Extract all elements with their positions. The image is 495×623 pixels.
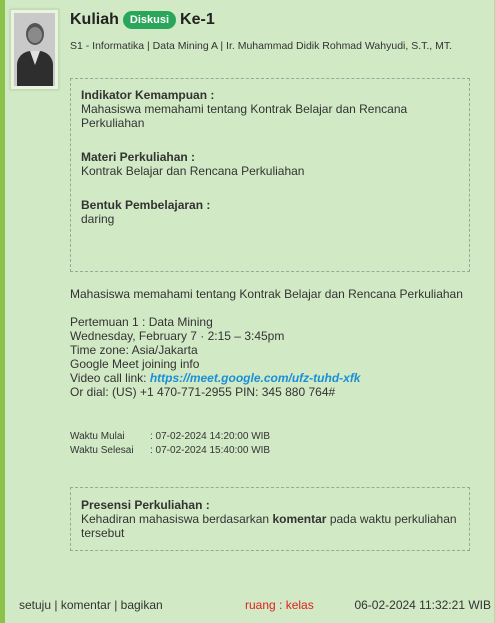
materi-value: Kontrak Belajar dan Rencana Perkuliahan	[81, 164, 305, 178]
session-times: Waktu Mulai : 07-02-2024 14:20:00 WIB Wa…	[70, 430, 270, 458]
post-card: Kuliah Diskusi Ke-1 S1 - Informatika | D…	[0, 0, 495, 623]
meeting-timezone: Time zone: Asia/Jakarta	[70, 343, 198, 357]
meet-info: Google Meet joining info	[70, 357, 200, 371]
presensi-text: Kehadiran mahasiswa berdasarkan komentar…	[81, 512, 459, 540]
comment-link[interactable]: komentar	[61, 598, 111, 612]
meeting-title: Pertemuan 1 : Data Mining	[70, 315, 213, 329]
course-subtitle: S1 - Informatika | Data Mining A | Ir. M…	[70, 40, 453, 52]
presensi-box: Presensi Perkuliahan : Kehadiran mahasis…	[70, 487, 470, 551]
presensi-text-bold: komentar	[272, 512, 327, 526]
video-call-prefix: Video call link:	[70, 371, 150, 385]
title-suffix: Ke-1	[180, 11, 215, 28]
dial-info: Or dial: (US) +1 470-771-2955 PIN: 345 8…	[70, 385, 336, 399]
end-time-value: : 07-02-2024 15:40:00 WIB	[150, 445, 271, 456]
post-timestamp: 06-02-2024 11:32:21 WIB	[354, 598, 491, 612]
meeting-time: Wednesday, February 7 · 2:15 – 3:45pm	[70, 329, 285, 343]
title-prefix: Kuliah	[70, 11, 119, 28]
separator: |	[110, 598, 121, 612]
bentuk-label: Bentuk Pembelajaran :	[81, 198, 211, 212]
description-summary: Mahasiswa memahami tentang Kontrak Belaj…	[70, 287, 463, 301]
lecturer-avatar[interactable]	[10, 9, 59, 90]
materi-label: Materi Perkuliahan :	[81, 150, 196, 164]
course-info-box: Indikator Kemampuan : Mahasiswa memahami…	[70, 78, 470, 272]
meet-link[interactable]: https://meet.google.com/ufz-tuhd-xfk	[150, 371, 361, 385]
presensi-text-before: Kehadiran mahasiswa berdasarkan	[81, 512, 273, 526]
indikator-label: Indikator Kemampuan :	[81, 88, 215, 102]
bentuk-value: daring	[81, 212, 115, 226]
presensi-label: Presensi Perkuliahan :	[81, 498, 210, 512]
share-link[interactable]: bagikan	[121, 598, 163, 612]
end-time-label: Waktu Selesai	[70, 445, 134, 456]
post-description: Mahasiswa memahami tentang Kontrak Belaj…	[70, 287, 470, 399]
avatar-photo	[14, 13, 55, 86]
room-label: ruang : kelas	[245, 598, 314, 612]
start-time-label: Waktu Mulai	[70, 431, 125, 442]
start-time-row: Waktu Mulai : 07-02-2024 14:20:00 WIB	[70, 430, 270, 444]
indikator-value: Mahasiswa memahami tentang Kontrak Belaj…	[81, 102, 408, 130]
start-time-value: : 07-02-2024 14:20:00 WIB	[150, 431, 271, 442]
post-title: Kuliah Diskusi Ke-1	[70, 9, 215, 31]
separator: |	[51, 598, 61, 612]
end-time-row: Waktu Selesai : 07-02-2024 15:40:00 WIB	[70, 444, 270, 458]
footer-actions: setuju | komentar | bagikan	[19, 598, 163, 612]
video-call-line: Video call link: https://meet.google.com…	[70, 371, 470, 385]
discussion-badge: Diskusi	[122, 11, 177, 29]
agree-link[interactable]: setuju	[19, 598, 51, 612]
